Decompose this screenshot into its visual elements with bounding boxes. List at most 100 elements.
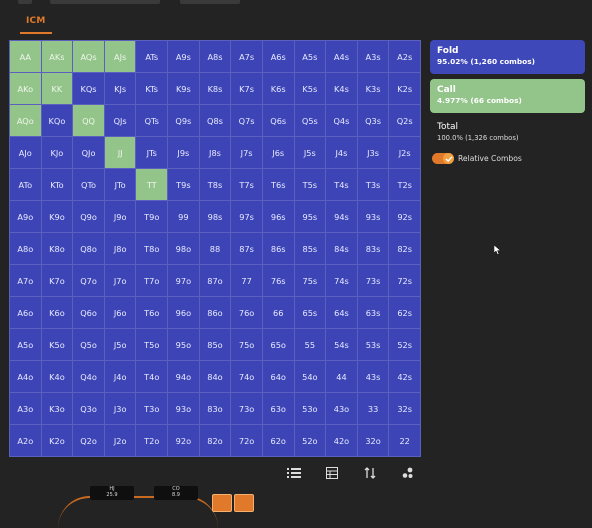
- hand-cell-qq[interactable]: QQ: [73, 105, 104, 136]
- hand-cell-84o[interactable]: 84o: [199, 361, 231, 392]
- hand-cell-qts[interactable]: QTs: [136, 105, 168, 136]
- hand-cell-q4o[interactable]: Q4o: [73, 361, 104, 392]
- hand-cell-ato[interactable]: ATo: [10, 169, 41, 200]
- hand-cell-j7o[interactable]: J7o: [104, 265, 136, 296]
- hand-cell-42o[interactable]: 42o: [326, 425, 357, 456]
- hand-cell-64o[interactable]: 64o: [262, 361, 294, 392]
- hand-cell-85s[interactable]: 85s: [294, 233, 326, 264]
- hand-cell-75o[interactable]: 75o: [231, 329, 262, 360]
- hand-cell-a8o[interactable]: A8o: [10, 233, 41, 264]
- hand-cell-k4s[interactable]: K4s: [326, 73, 357, 104]
- hand-cell-k9o[interactable]: K9o: [41, 201, 73, 232]
- hand-cell-85o[interactable]: 85o: [199, 329, 231, 360]
- hand-cell-kqs[interactable]: KQs: [73, 73, 104, 104]
- hand-cell-k4o[interactable]: K4o: [41, 361, 73, 392]
- hand-cell-73s[interactable]: 73s: [357, 265, 389, 296]
- hand-cell-53o[interactable]: 53o: [294, 393, 326, 424]
- orange-action-button[interactable]: [234, 494, 254, 512]
- hand-cell-q9o[interactable]: Q9o: [73, 201, 104, 232]
- hand-cell-j9o[interactable]: J9o: [104, 201, 136, 232]
- hand-cell-q8s[interactable]: Q8s: [199, 105, 231, 136]
- hand-cell-t2s[interactable]: T2s: [389, 169, 420, 200]
- hand-cell-77[interactable]: 77: [231, 265, 262, 296]
- hand-cell-a3o[interactable]: A3o: [10, 393, 41, 424]
- hand-cell-a8s[interactable]: A8s: [199, 41, 231, 72]
- hand-cell-k3o[interactable]: K3o: [41, 393, 73, 424]
- hand-cell-t6s[interactable]: T6s: [262, 169, 294, 200]
- hand-cell-j4o[interactable]: J4o: [104, 361, 136, 392]
- hand-cell-qjs[interactable]: QJs: [104, 105, 136, 136]
- hand-cell-83o[interactable]: 83o: [199, 393, 231, 424]
- hand-cell-t3o[interactable]: T3o: [136, 393, 168, 424]
- hand-cell-86s[interactable]: 86s: [262, 233, 294, 264]
- hand-cell-53s[interactable]: 53s: [357, 329, 389, 360]
- seat-hj[interactable]: HJ 25.9: [90, 486, 134, 500]
- hand-cell-j3s[interactable]: J3s: [357, 137, 389, 168]
- hand-cell-jto[interactable]: JTo: [104, 169, 136, 200]
- hand-cell-j7s[interactable]: J7s: [231, 137, 262, 168]
- hand-cell-87s[interactable]: 87s: [231, 233, 262, 264]
- tab-icm[interactable]: ICM: [20, 12, 52, 34]
- fold-action-box[interactable]: Fold 95.02% (1,260 combos): [430, 40, 585, 74]
- hand-cell-a7o[interactable]: A7o: [10, 265, 41, 296]
- hand-cell-75s[interactable]: 75s: [294, 265, 326, 296]
- hand-cell-ajo[interactable]: AJo: [10, 137, 41, 168]
- hand-cell-86o[interactable]: 86o: [199, 297, 231, 328]
- hand-cell-k6s[interactable]: K6s: [262, 73, 294, 104]
- hand-cell-k6o[interactable]: K6o: [41, 297, 73, 328]
- hand-cell-t5s[interactable]: T5s: [294, 169, 326, 200]
- hand-cell-98o[interactable]: 98o: [168, 233, 199, 264]
- hand-cell-ajs[interactable]: AJs: [104, 41, 136, 72]
- hand-cell-t3s[interactable]: T3s: [357, 169, 389, 200]
- hand-cell-95s[interactable]: 95s: [294, 201, 326, 232]
- hand-cell-j6s[interactable]: J6s: [262, 137, 294, 168]
- hand-cell-q5s[interactable]: Q5s: [294, 105, 326, 136]
- hand-cell-k7s[interactable]: K7s: [231, 73, 262, 104]
- hand-cell-99[interactable]: 99: [168, 201, 199, 232]
- hand-cell-76o[interactable]: 76o: [231, 297, 262, 328]
- hand-cell-j8o[interactable]: J8o: [104, 233, 136, 264]
- hand-cell-qto[interactable]: QTo: [73, 169, 104, 200]
- hand-cell-72o[interactable]: 72o: [231, 425, 262, 456]
- hand-cell-64s[interactable]: 64s: [326, 297, 357, 328]
- hand-cell-52o[interactable]: 52o: [294, 425, 326, 456]
- hand-cell-74o[interactable]: 74o: [231, 361, 262, 392]
- hand-cell-54s[interactable]: 54s: [326, 329, 357, 360]
- hand-cell-74s[interactable]: 74s: [326, 265, 357, 296]
- hand-cell-63s[interactable]: 63s: [357, 297, 389, 328]
- hand-cell-t9o[interactable]: T9o: [136, 201, 168, 232]
- hand-cell-32o[interactable]: 32o: [357, 425, 389, 456]
- hand-cell-ako[interactable]: AKo: [10, 73, 41, 104]
- hand-cell-aqo[interactable]: AQo: [10, 105, 41, 136]
- hand-cell-t4s[interactable]: T4s: [326, 169, 357, 200]
- hand-cell-84s[interactable]: 84s: [326, 233, 357, 264]
- hand-cell-96s[interactable]: 96s: [262, 201, 294, 232]
- hand-cell-98s[interactable]: 98s: [199, 201, 231, 232]
- hand-cell-j2o[interactable]: J2o: [104, 425, 136, 456]
- hand-cell-73o[interactable]: 73o: [231, 393, 262, 424]
- hand-cell-aa[interactable]: AA: [10, 41, 41, 72]
- hand-cell-q4s[interactable]: Q4s: [326, 105, 357, 136]
- hand-cell-32s[interactable]: 32s: [389, 393, 420, 424]
- hand-cell-92o[interactable]: 92o: [168, 425, 199, 456]
- hand-cell-97o[interactable]: 97o: [168, 265, 199, 296]
- hand-cell-72s[interactable]: 72s: [389, 265, 420, 296]
- hand-cell-62s[interactable]: 62s: [389, 297, 420, 328]
- hand-cell-kjo[interactable]: KJo: [41, 137, 73, 168]
- hand-cell-a5s[interactable]: A5s: [294, 41, 326, 72]
- hand-cell-82o[interactable]: 82o: [199, 425, 231, 456]
- hand-cell-43o[interactable]: 43o: [326, 393, 357, 424]
- hand-cell-q7s[interactable]: Q7s: [231, 105, 262, 136]
- hand-cell-q3o[interactable]: Q3o: [73, 393, 104, 424]
- hand-cell-88[interactable]: 88: [199, 233, 231, 264]
- hand-cell-a4o[interactable]: A4o: [10, 361, 41, 392]
- hand-cell-a6o[interactable]: A6o: [10, 297, 41, 328]
- hand-cell-j8s[interactable]: J8s: [199, 137, 231, 168]
- hand-cell-k7o[interactable]: K7o: [41, 265, 73, 296]
- hand-cell-22[interactable]: 22: [389, 425, 420, 456]
- hand-cell-83s[interactable]: 83s: [357, 233, 389, 264]
- hand-cell-55[interactable]: 55: [294, 329, 326, 360]
- hand-cell-j5s[interactable]: J5s: [294, 137, 326, 168]
- hand-cell-a4s[interactable]: A4s: [326, 41, 357, 72]
- hand-cell-j6o[interactable]: J6o: [104, 297, 136, 328]
